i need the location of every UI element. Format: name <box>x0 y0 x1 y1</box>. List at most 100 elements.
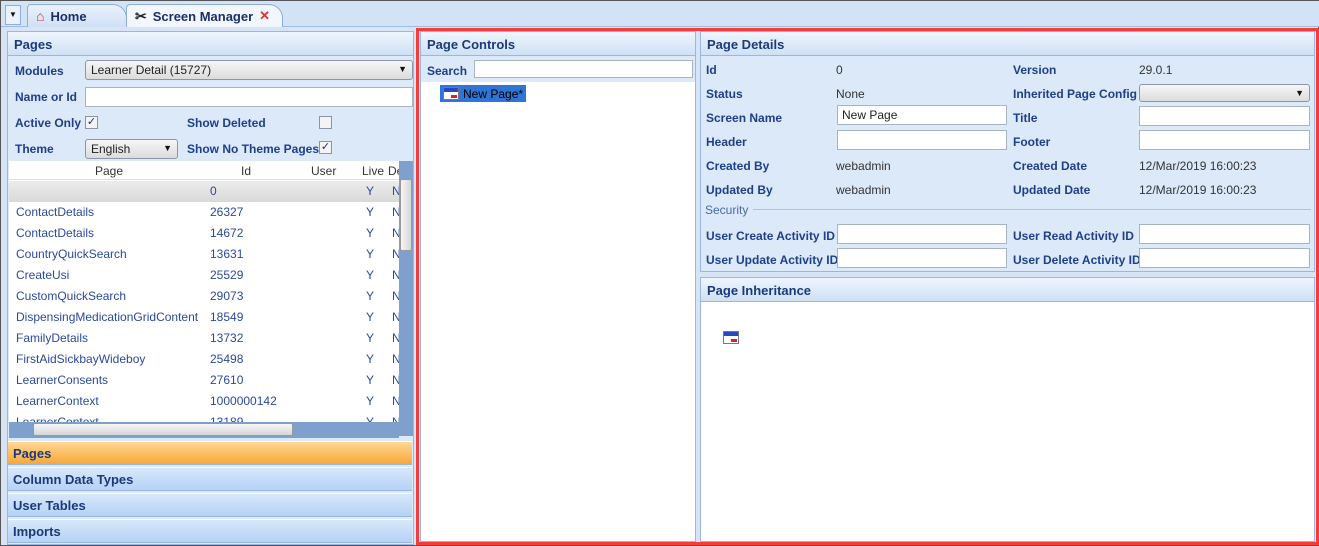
tab-screen-manager[interactable]: ✂ Screen Manager ✕ <box>126 4 283 27</box>
header-input[interactable] <box>837 130 1007 150</box>
vertical-scrollbar[interactable] <box>399 161 413 436</box>
tab-bar: ▼ ⌂ Home ✂ Screen Manager ✕ <box>1 1 1319 27</box>
cell-page: LearnerConsents <box>16 373 109 387</box>
header-label: Header <box>706 135 747 149</box>
table-row[interactable]: LearnerConsents 27610 Y N <box>9 370 399 391</box>
accordion-pages[interactable]: Pages <box>8 441 412 465</box>
table-row[interactable]: DispensingMedicationGridContent 18549 Y N <box>9 307 399 328</box>
table-row[interactable]: LearnerContext 1000000142 Y N <box>9 391 399 412</box>
tree-item-label: New Page* <box>463 86 524 101</box>
column-header-user[interactable]: User <box>311 164 336 178</box>
cell-page: ContactDetails <box>16 205 95 219</box>
read-activity-input[interactable] <box>1139 224 1310 244</box>
cell-de: N <box>392 394 399 408</box>
page-icon[interactable] <box>723 331 739 344</box>
tree-item-new-page[interactable]: New Page* <box>440 85 527 102</box>
cell-live: Y <box>366 373 375 387</box>
cell-page: FirstAidSickbayWideboy <box>16 352 146 366</box>
table-row[interactable]: CustomQuickSearch 29073 Y N <box>9 286 399 307</box>
cell-live: Y <box>366 289 375 303</box>
create-activity-input[interactable] <box>837 224 1007 244</box>
modules-value: Learner Detail (15727) <box>91 63 212 77</box>
status-value: None <box>836 87 865 101</box>
pages-panel-title: Pages <box>8 32 413 56</box>
screen-name-label: Screen Name <box>706 111 783 125</box>
cell-page: LearnerContext <box>16 394 99 408</box>
table-row[interactable]: CreateUsi 25529 Y N <box>9 265 399 286</box>
footer-label: Footer <box>1013 135 1051 149</box>
cell-de: N <box>392 310 399 324</box>
grid-header: Page Id User Live De <box>9 161 399 180</box>
tab-menu-button[interactable]: ▼ <box>5 5 21 25</box>
tab-home[interactable]: ⌂ Home <box>27 4 127 27</box>
column-header-page[interactable]: Page <box>95 164 123 178</box>
page-inheritance-panel: Page Inheritance <box>700 277 1315 542</box>
cell-page: CountryQuickSearch <box>16 247 127 261</box>
home-icon: ⌂ <box>36 8 45 24</box>
scrollbar-thumb[interactable] <box>400 179 412 251</box>
cell-id: 18549 <box>210 310 244 324</box>
title-label: Title <box>1013 111 1038 125</box>
accordion-user-tables[interactable]: User Tables <box>8 493 412 517</box>
table-row[interactable]: FirstAidSickbayWideboy 25498 Y N <box>9 349 399 370</box>
cell-live: Y <box>366 310 375 324</box>
theme-select[interactable]: English ▼ <box>85 139 178 159</box>
page-controls-panel: Page Controls Search New Page* <box>420 31 696 542</box>
table-row[interactable]: ContactDetails 26327 Y N <box>9 202 399 223</box>
table-row[interactable]: ContactDetails 14672 Y N <box>9 223 399 244</box>
cell-live: Y <box>366 331 375 345</box>
update-activity-input[interactable] <box>837 248 1007 268</box>
column-header-id[interactable]: Id <box>241 164 251 178</box>
accordion-column-data-types[interactable]: Column Data Types <box>8 467 412 491</box>
active-only-checkbox[interactable]: ✓ <box>85 116 98 129</box>
search-bar: Search <box>421 56 695 82</box>
close-icon[interactable]: ✕ <box>259 8 270 24</box>
chevron-down-icon: ▼ <box>398 64 407 74</box>
horizontal-scrollbar[interactable] <box>9 422 399 438</box>
column-header-deleted[interactable]: De <box>388 164 399 178</box>
modules-select[interactable]: Learner Detail (15727) ▼ <box>85 60 413 80</box>
table-row[interactable]: CountryQuickSearch 13631 Y N <box>9 244 399 265</box>
show-no-theme-checkbox[interactable]: ✓ <box>319 141 332 154</box>
cell-de: N <box>392 205 399 219</box>
search-input[interactable] <box>474 60 693 78</box>
inherited-config-select[interactable]: ▼ <box>1139 84 1310 102</box>
updated-date-value: 12/Mar/2019 16:00:23 <box>1139 183 1257 197</box>
cell-de: N <box>392 352 399 366</box>
modules-label: Modules <box>15 64 64 78</box>
page-icon <box>443 87 459 100</box>
cell-id: 1000000142 <box>210 394 277 408</box>
table-row[interactable]: 0 Y N <box>9 181 399 202</box>
tab-home-label: Home <box>50 8 87 24</box>
cell-id: 27610 <box>210 373 244 387</box>
created-by-value: webadmin <box>836 159 891 173</box>
column-header-live[interactable]: Live <box>362 164 384 178</box>
accordion-imports[interactable]: Imports <box>8 519 412 543</box>
pages-grid: Page Id User Live De 0 Y N ContactDetails 26… <box>9 161 399 436</box>
version-value: 29.0.1 <box>1139 63 1173 77</box>
cell-id: 29073 <box>210 289 244 303</box>
delete-activity-input[interactable] <box>1139 248 1310 268</box>
cell-page: CustomQuickSearch <box>16 289 127 303</box>
cell-de: N <box>392 331 399 345</box>
cell-de: N <box>392 184 399 198</box>
cell-id: 25529 <box>210 268 244 282</box>
cell-live: Y <box>366 394 375 408</box>
table-row[interactable]: FamilyDetails 13732 Y N <box>9 328 399 349</box>
cell-id: 13631 <box>210 247 244 261</box>
show-deleted-checkbox[interactable] <box>319 116 332 129</box>
cell-id: 0 <box>210 184 217 198</box>
name-or-id-input[interactable] <box>85 87 413 107</box>
screen-name-input[interactable] <box>837 105 1007 125</box>
footer-input[interactable] <box>1139 130 1310 150</box>
updated-by-value: webadmin <box>836 183 891 197</box>
cell-de: N <box>392 373 399 387</box>
chevron-down-icon: ▼ <box>1295 88 1304 98</box>
update-activity-label: User Update Activity ID <box>706 253 839 267</box>
cell-de: N <box>392 247 399 261</box>
cell-id: 14672 <box>210 226 244 240</box>
cell-page: CreateUsi <box>16 268 70 282</box>
title-input[interactable] <box>1139 106 1310 126</box>
name-or-id-label: Name or Id <box>15 90 78 104</box>
scrollbar-thumb[interactable] <box>33 423 293 436</box>
